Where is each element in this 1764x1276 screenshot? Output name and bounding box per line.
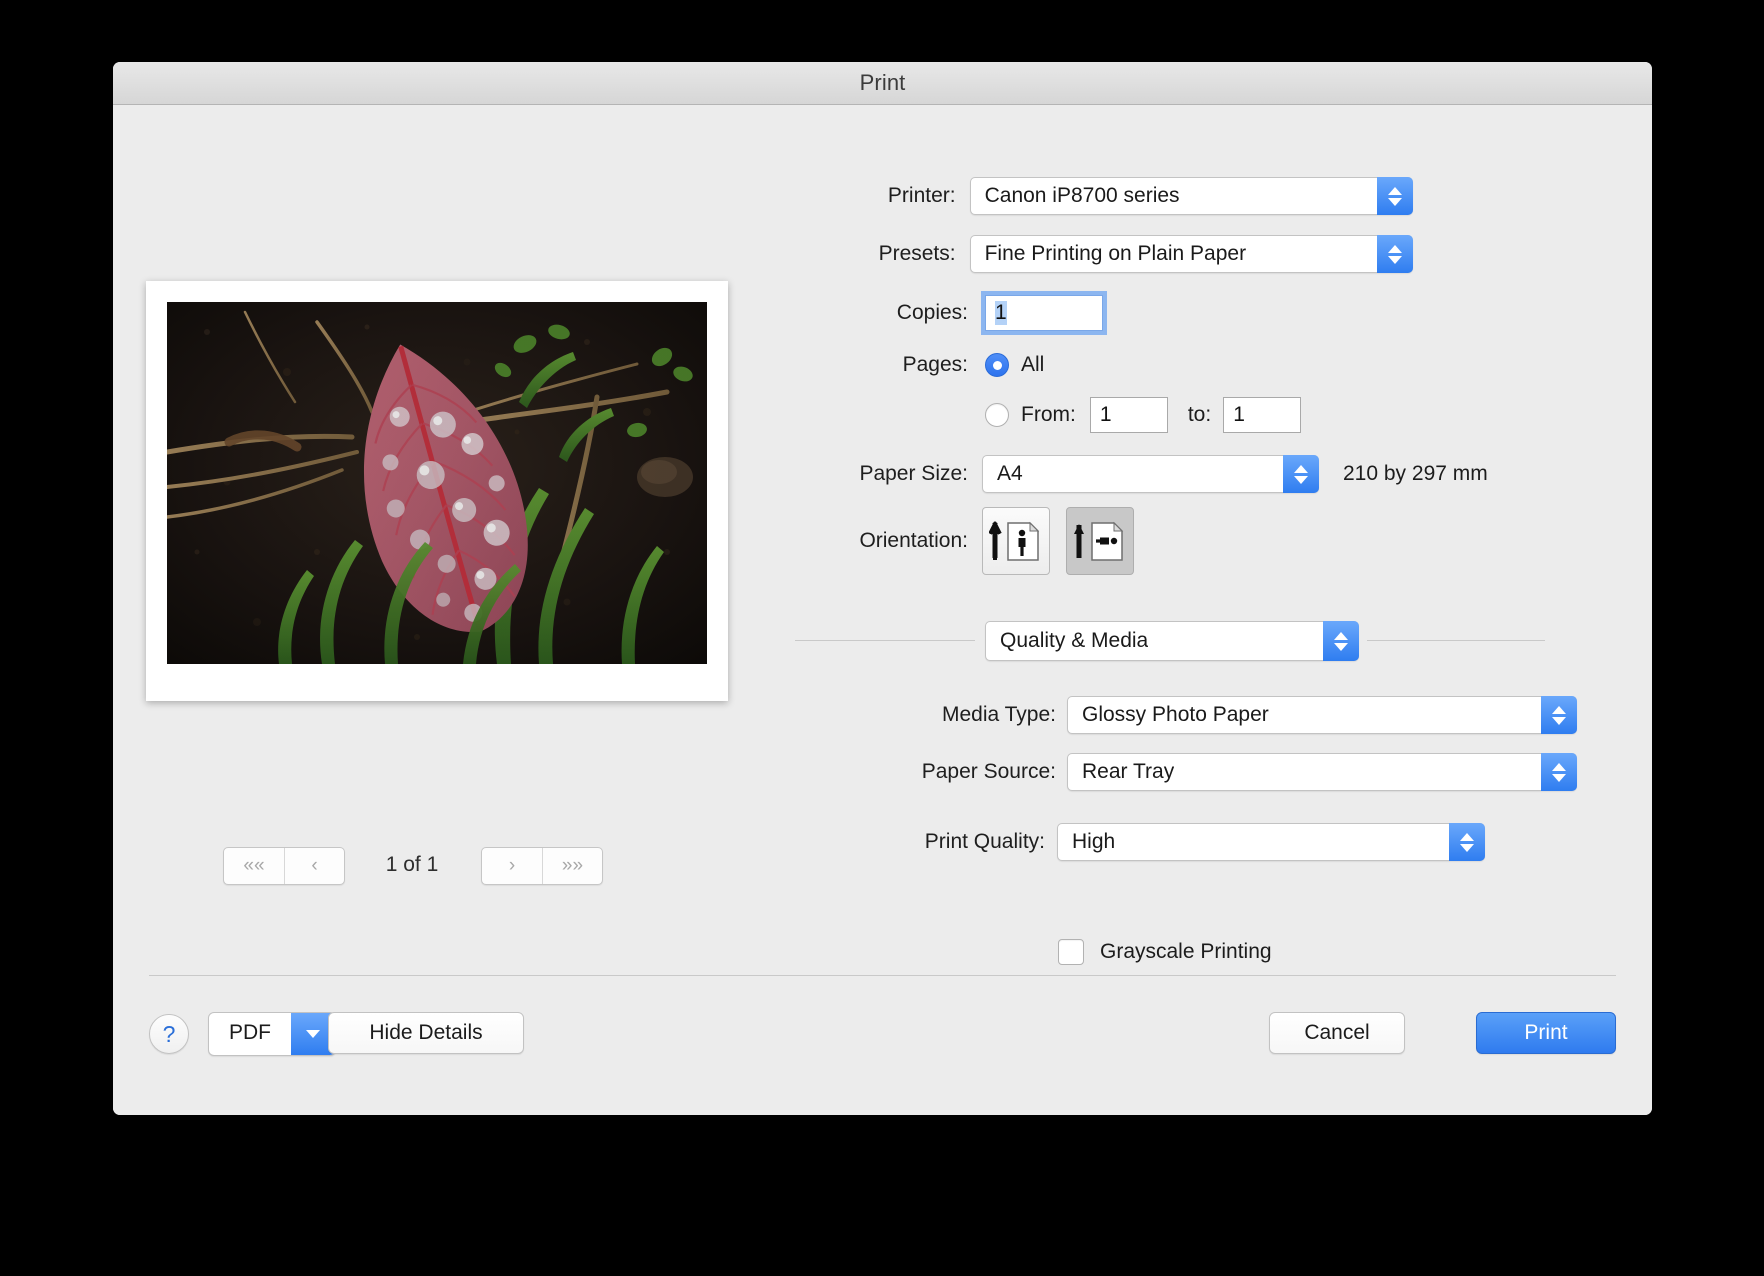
printer-stepper-icon[interactable] xyxy=(1377,177,1413,215)
print-quality-dropdown[interactable]: High xyxy=(1057,823,1485,861)
settings-pane-dropdown[interactable]: Quality & Media xyxy=(985,621,1359,661)
paper-source-stepper-icon[interactable] xyxy=(1541,753,1577,791)
grayscale-printing-row: Grayscale Printing xyxy=(733,939,1652,965)
paper-source-dropdown[interactable]: Rear Tray xyxy=(1067,753,1577,791)
preview-paper-sheet xyxy=(146,281,728,701)
page-indicator: 1 of 1 xyxy=(385,853,439,876)
grayscale-printing-checkbox[interactable] xyxy=(1058,939,1084,965)
last-page-button[interactable]: »» xyxy=(542,848,602,884)
leaf-photo-illustration xyxy=(167,302,707,664)
presets-dropdown[interactable]: Fine Printing on Plain Paper xyxy=(969,235,1413,273)
pages-to-label: to: xyxy=(1187,403,1212,426)
pages-range-radio[interactable] xyxy=(985,403,1009,427)
grayscale-printing-label: Grayscale Printing xyxy=(1100,940,1272,963)
settings-pane-stepper-icon[interactable] xyxy=(1323,621,1359,661)
printer-dropdown[interactable]: Canon iP8700 series xyxy=(969,177,1413,215)
hide-details-button[interactable]: Hide Details xyxy=(328,1012,524,1054)
paper-size-value: A4 xyxy=(997,462,1023,485)
page-nav-forward-group: › »» xyxy=(481,847,603,885)
copies-input[interactable]: 1 xyxy=(981,291,1107,335)
copies-row: Copies: 1 xyxy=(733,291,1413,335)
print-quality-stepper-icon[interactable] xyxy=(1449,823,1485,861)
copies-label: Copies: xyxy=(896,301,968,324)
pdf-button[interactable]: PDF xyxy=(208,1012,336,1056)
pages-to-input[interactable]: 1 xyxy=(1223,397,1302,433)
pages-all-row: Pages: All xyxy=(733,353,1413,377)
orientation-landscape-button[interactable] xyxy=(1066,507,1134,575)
print-quality-value: High xyxy=(1072,830,1116,853)
media-type-label: Media Type: xyxy=(941,703,1056,726)
paper-source-label: Paper Source: xyxy=(921,760,1056,783)
presets-row: Presets: Fine Printing on Plain Paper xyxy=(733,235,1413,273)
section-divider-right xyxy=(1367,640,1545,641)
print-settings-pane: Printer: Canon iP8700 series Presets: Fi… xyxy=(733,105,1652,975)
settings-pane-value: Quality & Media xyxy=(1000,629,1149,652)
orientation-row: Orientation: xyxy=(733,507,1413,575)
presets-label: Presets: xyxy=(878,242,956,265)
paper-size-label: Paper Size: xyxy=(859,462,968,485)
copies-value: 1 xyxy=(995,301,1007,325)
paper-size-stepper-icon[interactable] xyxy=(1283,455,1319,493)
cancel-button[interactable]: Cancel xyxy=(1269,1012,1405,1054)
media-type-value: Glossy Photo Paper xyxy=(1082,703,1269,726)
print-quality-row: Print Quality: High xyxy=(733,823,1652,861)
previous-page-button[interactable]: ‹ xyxy=(284,848,344,884)
orientation-portrait-button[interactable] xyxy=(982,507,1050,575)
print-quality-label: Print Quality: xyxy=(924,830,1045,853)
landscape-icon xyxy=(1074,521,1124,561)
paper-size-dimensions: 210 by 297 mm xyxy=(1343,462,1488,485)
media-type-row: Media Type: Glossy Photo Paper xyxy=(733,696,1652,734)
paper-size-row: Paper Size: A4 210 by 297 mm xyxy=(733,455,1593,493)
pdf-button-label: PDF xyxy=(229,1021,271,1044)
dialog-footer: ? PDF Hide Details Cancel Print xyxy=(113,976,1652,1115)
preview-photo xyxy=(167,302,707,664)
paper-size-dropdown[interactable]: A4 xyxy=(982,455,1319,493)
portrait-icon xyxy=(989,521,1040,561)
first-page-button[interactable]: «« xyxy=(224,848,284,884)
pages-all-radio[interactable] xyxy=(985,353,1009,377)
paper-source-value: Rear Tray xyxy=(1082,760,1175,783)
print-dialog: Print «« ‹ 1 of 1 › »» Printer: Canon iP… xyxy=(113,62,1652,1115)
next-page-button[interactable]: › xyxy=(482,848,542,884)
media-type-stepper-icon[interactable] xyxy=(1541,696,1577,734)
dialog-body: «« ‹ 1 of 1 › »» Printer: Canon iP8700 s… xyxy=(113,105,1652,1115)
dialog-title: Print xyxy=(859,70,906,95)
help-button[interactable]: ? xyxy=(149,1014,189,1054)
page-navigation: «« ‹ 1 of 1 › »» xyxy=(113,847,753,893)
section-divider-left xyxy=(795,640,975,641)
printer-value: Canon iP8700 series xyxy=(984,184,1180,207)
media-type-dropdown[interactable]: Glossy Photo Paper xyxy=(1067,696,1577,734)
printer-label: Printer: xyxy=(887,184,956,207)
dialog-titlebar: Print xyxy=(113,62,1652,105)
presets-value: Fine Printing on Plain Paper xyxy=(984,242,1247,265)
orientation-label: Orientation: xyxy=(859,529,968,552)
printer-row: Printer: Canon iP8700 series xyxy=(733,177,1413,215)
pages-range-row: From: 1 to: 1 xyxy=(733,397,1413,433)
pages-all-label: All xyxy=(1021,353,1045,376)
paper-source-row: Paper Source: Rear Tray xyxy=(733,753,1652,791)
pages-from-label: From: xyxy=(1021,403,1076,426)
presets-stepper-icon[interactable] xyxy=(1377,235,1413,273)
screen: Print «« ‹ 1 of 1 › »» Printer: Canon iP… xyxy=(0,0,1764,1276)
page-nav-back-group: «« ‹ xyxy=(223,847,345,885)
pages-label: Pages: xyxy=(902,353,968,376)
pages-from-input[interactable]: 1 xyxy=(1089,397,1168,433)
print-preview-pane: «« ‹ 1 of 1 › »» xyxy=(113,105,753,975)
print-button[interactable]: Print xyxy=(1476,1012,1616,1054)
